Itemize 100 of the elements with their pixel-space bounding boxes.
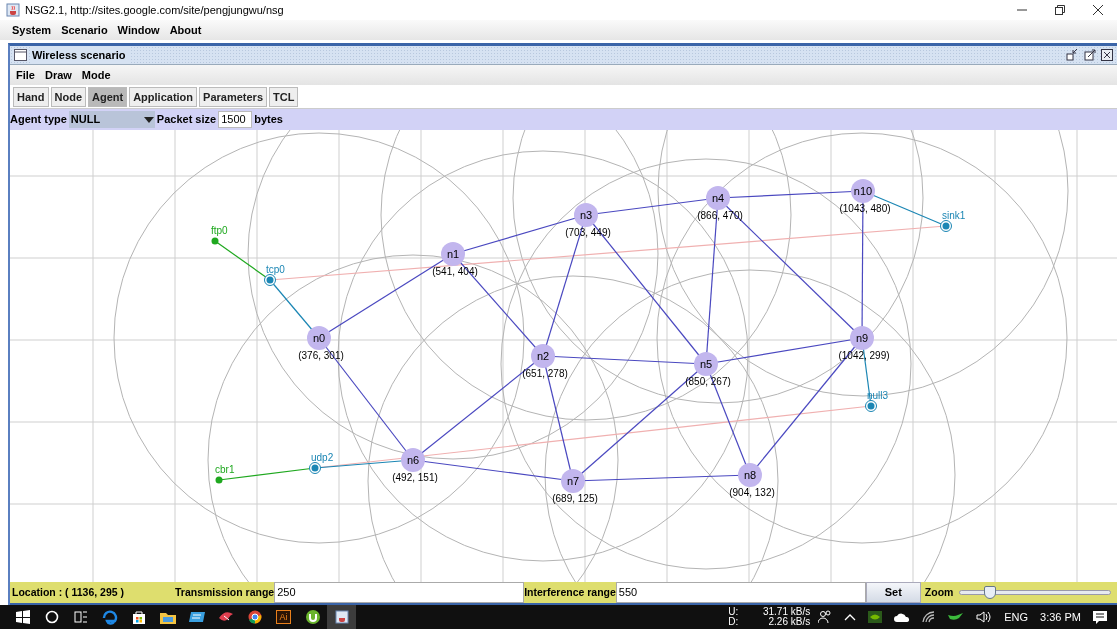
transmission-range-field[interactable]: 250 bbox=[274, 582, 525, 603]
menu-item[interactable]: Mode bbox=[81, 66, 111, 84]
agent-label: sink1 bbox=[942, 210, 966, 221]
node-label: n10 bbox=[853, 185, 873, 197]
node-label: n1 bbox=[446, 248, 460, 260]
close-icon[interactable] bbox=[1093, 5, 1103, 15]
menu-item[interactable]: Draw bbox=[44, 66, 72, 84]
node-circle bbox=[401, 448, 425, 472]
task-view-icon[interactable] bbox=[73, 610, 88, 624]
java-cup-icon bbox=[6, 3, 20, 17]
node-circle bbox=[307, 326, 331, 350]
clock-time[interactable]: 3:36 PM bbox=[1040, 608, 1081, 626]
zoom-label: Zoom bbox=[924, 584, 954, 600]
coordinate-label: (850, 267) bbox=[685, 376, 731, 387]
cloud-icon[interactable] bbox=[894, 612, 911, 622]
tool-button[interactable]: Parameters bbox=[199, 86, 267, 107]
node-label: n0 bbox=[312, 332, 326, 344]
graphics-icon[interactable] bbox=[868, 611, 883, 623]
node-circle bbox=[441, 242, 465, 266]
node-circle bbox=[738, 463, 762, 487]
node-label: n4 bbox=[711, 192, 725, 204]
agent-label: tcp0 bbox=[266, 264, 285, 275]
frame-title: Wireless scenario bbox=[32, 46, 130, 64]
notification-icon[interactable] bbox=[1093, 610, 1107, 624]
packet-size-field[interactable]: 1500 bbox=[218, 111, 253, 128]
tool-button[interactable]: Application bbox=[129, 86, 198, 107]
window-title: NSG2.1, http://sites.google.com/site/pengjungwu/nsg bbox=[25, 2, 284, 18]
upload-speed: 31.71 kB/s bbox=[761, 607, 811, 617]
slider-thumb[interactable] bbox=[984, 586, 997, 599]
agent-marker bbox=[309, 462, 321, 474]
node-circle bbox=[706, 186, 730, 210]
node-circle bbox=[531, 344, 555, 368]
coordinate-label: (1043, 480) bbox=[839, 203, 891, 214]
upload-label: U: bbox=[728, 607, 740, 617]
menu-item[interactable]: Window bbox=[117, 21, 160, 39]
caret-up-icon[interactable] bbox=[844, 613, 857, 621]
field-label: Transmission range bbox=[175, 584, 275, 600]
wifi-icon[interactable] bbox=[922, 611, 937, 623]
caret-icon bbox=[142, 115, 155, 124]
java-cup-icon[interactable] bbox=[334, 610, 349, 624]
card-icon[interactable] bbox=[188, 611, 205, 623]
location-label: Location : ( 1136, 295 ) bbox=[11, 584, 126, 600]
node-circle bbox=[850, 326, 874, 350]
tool-button[interactable]: TCL bbox=[269, 86, 299, 107]
restore-icon[interactable] bbox=[1055, 5, 1065, 15]
search-icon[interactable] bbox=[44, 610, 59, 624]
node-label: n7 bbox=[566, 475, 580, 487]
volume-icon[interactable] bbox=[976, 611, 993, 623]
tool-button[interactable]: Hand bbox=[13, 86, 49, 107]
menu-item[interactable]: About bbox=[169, 21, 202, 39]
unit-label: bytes bbox=[254, 112, 283, 128]
field-label: Interference range bbox=[524, 584, 616, 600]
agent-marker bbox=[211, 237, 219, 245]
node-label: n9 bbox=[855, 332, 869, 344]
menu-item[interactable]: File bbox=[16, 66, 35, 84]
tool-button[interactable]: Agent bbox=[88, 86, 128, 107]
node-label: n5 bbox=[699, 358, 713, 370]
download-speed: 2.26 kB/s bbox=[767, 617, 811, 627]
torrent-icon[interactable] bbox=[305, 610, 320, 624]
node-label: n6 bbox=[406, 454, 420, 466]
node-circle bbox=[851, 179, 875, 203]
agent-marker bbox=[940, 220, 952, 232]
iconify-icon[interactable] bbox=[1066, 49, 1078, 61]
agent-type-dropdown[interactable]: NULL bbox=[68, 111, 155, 128]
menu-item[interactable]: Scenario bbox=[61, 21, 108, 39]
coordinate-label: (492, 151) bbox=[392, 472, 438, 483]
windows-logo-icon[interactable] bbox=[15, 610, 30, 624]
agent-marker bbox=[865, 400, 877, 412]
set-button[interactable]: Set bbox=[865, 582, 921, 603]
maximize-icon[interactable] bbox=[1083, 49, 1096, 61]
agent-label: ftp0 bbox=[211, 225, 228, 236]
coordinate-label: (904, 132) bbox=[729, 487, 775, 498]
download-label: D: bbox=[728, 617, 740, 627]
field-label: Agent type bbox=[10, 112, 67, 128]
node-circle bbox=[694, 352, 718, 376]
interference-range-field[interactable]: 550 bbox=[615, 582, 866, 603]
node-circle bbox=[561, 469, 585, 493]
store-icon[interactable] bbox=[131, 610, 146, 624]
coordinate-label: (376, 301) bbox=[298, 350, 344, 361]
chrome-icon[interactable] bbox=[247, 610, 262, 624]
agent-label: udp2 bbox=[311, 452, 334, 463]
menu-item[interactable]: System bbox=[12, 21, 52, 39]
close-icon[interactable] bbox=[1101, 49, 1113, 61]
coordinate-label: (651, 278) bbox=[522, 368, 568, 379]
agent-label: cbr1 bbox=[215, 464, 235, 475]
coordinate-label: (689, 125) bbox=[552, 493, 598, 504]
language-indicator[interactable]: ENG bbox=[1004, 608, 1029, 626]
node-label: n2 bbox=[536, 350, 550, 362]
illustrator-icon[interactable]: Ai bbox=[276, 610, 291, 624]
agent-marker bbox=[264, 274, 276, 286]
node-label: n3 bbox=[579, 209, 593, 221]
tool-button[interactable]: Node bbox=[50, 86, 86, 107]
folder-icon[interactable] bbox=[159, 610, 176, 624]
node-label: n8 bbox=[743, 469, 757, 481]
people-icon[interactable] bbox=[818, 610, 833, 624]
window-icon bbox=[14, 49, 27, 61]
field-label: Packet size bbox=[156, 112, 217, 128]
browser-icon[interactable] bbox=[101, 609, 118, 625]
node-circle bbox=[574, 203, 598, 227]
agent-marker bbox=[215, 476, 223, 484]
